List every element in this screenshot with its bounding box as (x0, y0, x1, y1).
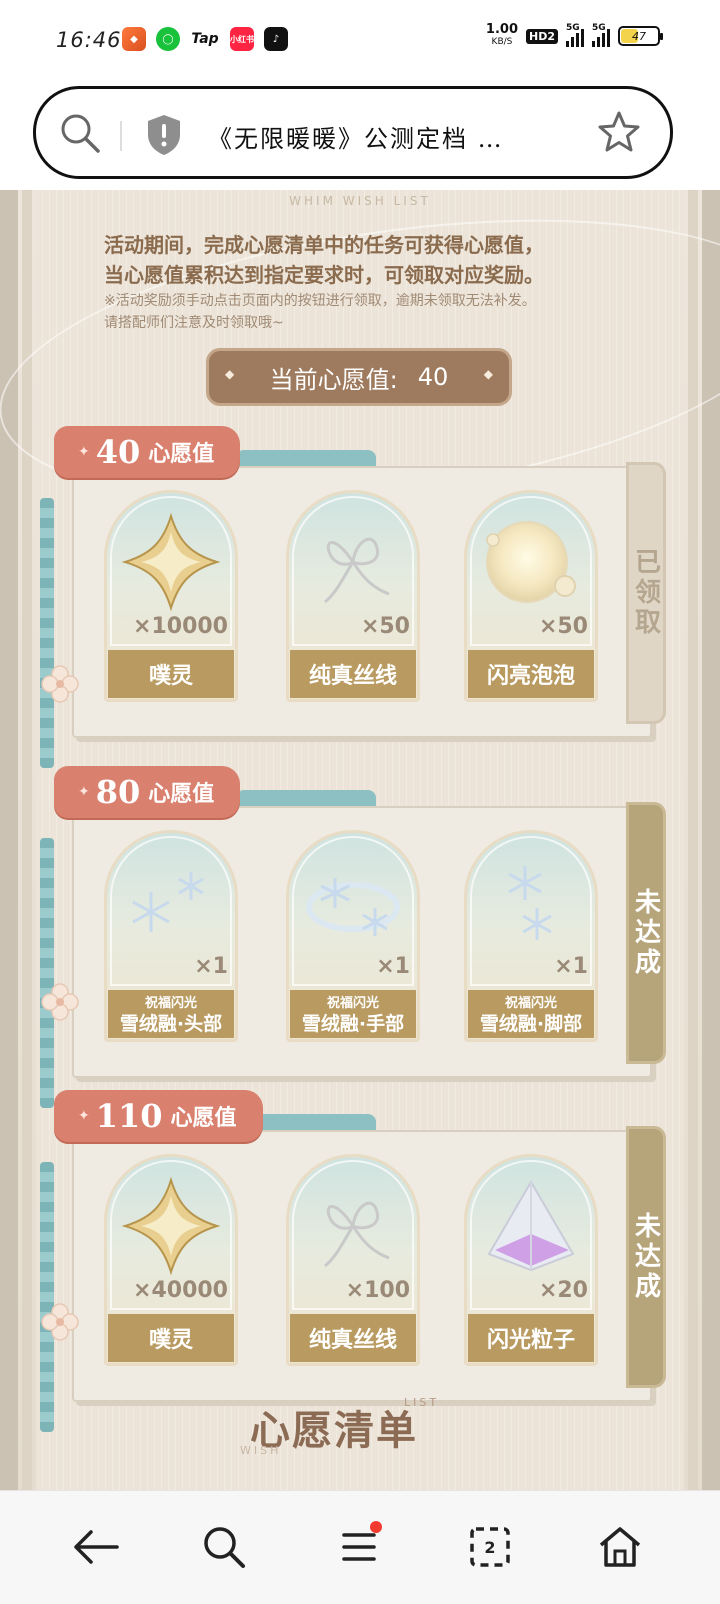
puling-crystal-icon (121, 1176, 221, 1276)
notification-icons: ◆ ◯ Tap 小红书 ♪ (122, 27, 288, 51)
menu-icon (342, 1533, 376, 1561)
back-icon (74, 1530, 119, 1564)
reward-item: ×1 祝福闪光 雪绒融·手部 (286, 830, 420, 1042)
page-title-url[interactable]: 《无限暖暖》公测定档 … (208, 119, 504, 154)
claim-status-claimed[interactable]: 已领取 (626, 462, 666, 724)
xiaohongshu-icon: 小红书 (230, 27, 254, 51)
wish-value: 40 (417, 363, 449, 391)
tier-tag: ✦ 110 心愿值 (54, 1090, 263, 1142)
clock: 16:46 (56, 28, 122, 52)
reward-tier-40: ✦ 40 心愿值 ×10000 噗灵 ×50 纯真丝线 ×50 闪亮泡泡 已领取 (40, 426, 666, 856)
silk-thread-icon (324, 537, 390, 604)
reward-tier-80: ✦ 80 心愿值 ×1 祝福闪光 雪绒融·头部 ×1 祝福闪光 雪绒融·手部 ×… (40, 766, 666, 1108)
taptap-icon: Tap (191, 31, 219, 47)
star-icon: ✦ (78, 1108, 90, 1124)
tab-count: 2 (484, 1537, 496, 1557)
claim-status-locked[interactable]: 未达成 (626, 802, 666, 1064)
menu-button[interactable] (330, 1517, 390, 1577)
section-tag: WHIM WISH LIST (289, 194, 431, 208)
snowflake-icon (132, 872, 204, 932)
reward-item: ×1 祝福闪光 雪绒融·脚部 (464, 830, 598, 1042)
reward-item: ×50 纯真丝线 (286, 490, 420, 702)
search-icon[interactable] (58, 111, 102, 155)
signal-icon: 5G (566, 23, 584, 47)
reward-tier-110: ✦ 110 心愿值 ×40000 噗灵 ×100 纯真丝线 ×20 闪光粒子 未… (40, 1090, 666, 1432)
reward-item: ×1 祝福闪光 雪绒融·头部 (104, 830, 238, 1042)
flower-icon (41, 983, 79, 1021)
current-wish-value: 当前心愿值: 40 (206, 348, 512, 406)
network-speed: 1.00 KB/S (485, 22, 518, 47)
prism-particle-icon (487, 1180, 575, 1272)
reward-item: ×50 闪亮泡泡 (464, 490, 598, 702)
star-icon: ✦ (78, 784, 90, 800)
reward-item: ×20 闪光粒子 (464, 1154, 598, 1366)
tabs-button[interactable]: 2 (460, 1517, 520, 1577)
app-notification-icon: ◆ (122, 27, 146, 51)
system-indicators: 1.00 KB/S HD2 5G 5G 47 (485, 22, 663, 48)
address-bar[interactable]: 《无限暖暖》公测定档 … (33, 86, 673, 179)
bubble-icon (486, 521, 576, 603)
notification-dot (370, 1521, 382, 1533)
logo-subtext: LIST (404, 1396, 440, 1409)
tier-tag: ✦ 40 心愿值 (54, 426, 241, 478)
app-notification-icon: ◯ (156, 27, 180, 51)
flower-icon (41, 1303, 79, 1341)
claim-status-locked[interactable]: 未达成 (626, 1126, 666, 1388)
tiktok-icon: ♪ (264, 27, 288, 51)
logo-subtext: WISH (240, 1444, 282, 1457)
wish-label: 当前心愿值: (269, 365, 398, 394)
home-icon (599, 1527, 641, 1567)
silk-thread-icon (324, 1201, 390, 1268)
search-icon (204, 1527, 245, 1568)
snowflake-icon (508, 866, 552, 940)
hd-icon: HD2 (526, 28, 558, 44)
puling-crystal-icon (121, 512, 221, 612)
event-note: ※活动奖励须手动点击页面内的按钮进行领取，逾期未领取无法补发。 请搭配师们注意及… (104, 293, 536, 331)
reward-item: ×40000 噗灵 (104, 1154, 238, 1366)
snowflake-icon (306, 878, 400, 936)
event-description: 活动期间，完成心愿清单中的任务可获得心愿值， 当心愿值累积达到指定要求时，可领取… (104, 233, 544, 287)
web-content[interactable]: WHIM WISH LIST 活动期间，完成心愿清单中的任务可获得心愿值， 当心… (0, 190, 720, 1490)
divider (120, 121, 122, 151)
home-button[interactable] (590, 1517, 650, 1577)
browser-bottom-bar: 2 (0, 1490, 720, 1604)
status-bar: 16:46 ◆ ◯ Tap 小红书 ♪ 1.00 KB/S HD2 5G 5G 4… (0, 0, 720, 82)
bookmark-star-icon[interactable] (596, 109, 642, 155)
search-button[interactable] (194, 1517, 254, 1577)
battery-icon: 47 (618, 26, 663, 46)
reward-item: ×10000 噗灵 (104, 490, 238, 702)
back-button[interactable] (66, 1517, 126, 1577)
star-icon: ✦ (78, 444, 90, 460)
reward-item: ×100 纯真丝线 (286, 1154, 420, 1366)
tier-tag: ✦ 80 心愿值 (54, 766, 241, 818)
shield-icon[interactable] (144, 113, 184, 157)
flower-icon (41, 665, 79, 703)
signal-icon: 5G (592, 23, 610, 47)
